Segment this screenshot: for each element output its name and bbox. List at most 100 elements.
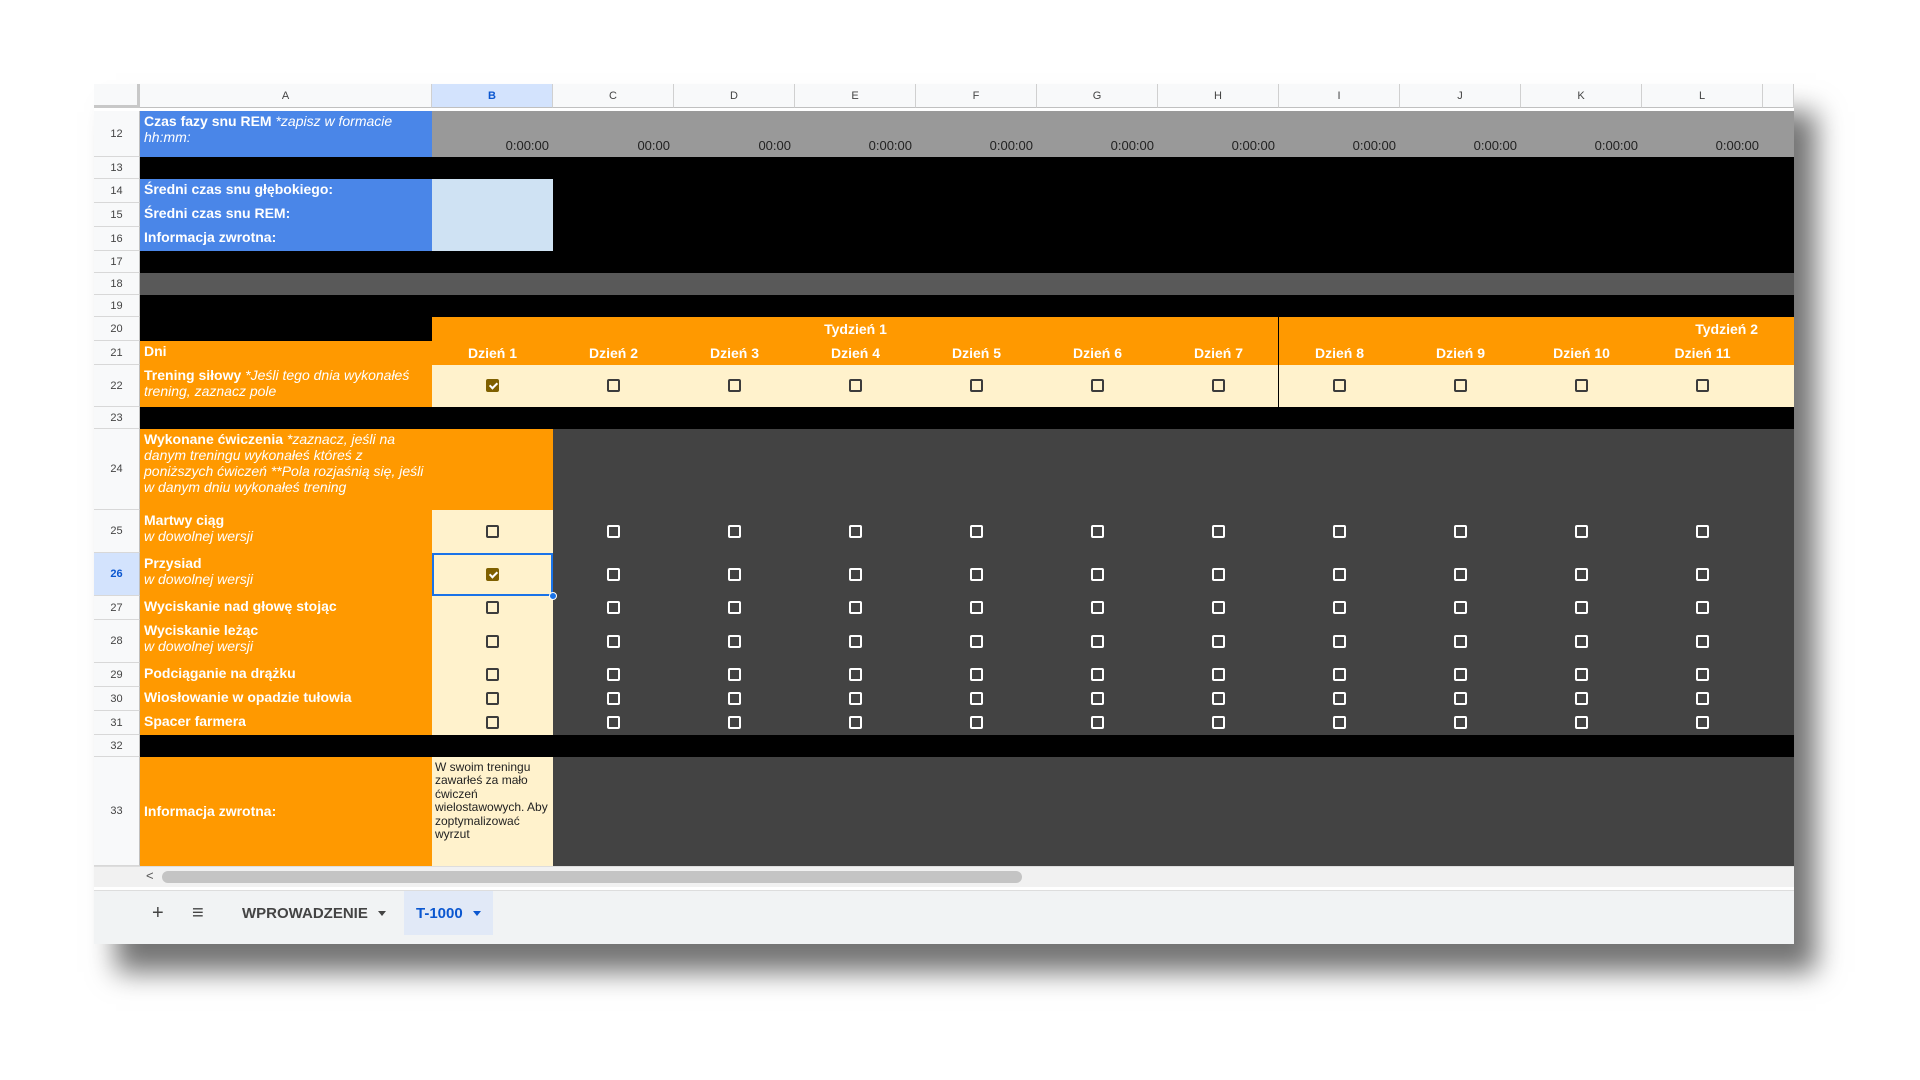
exercise-checkbox[interactable] [485, 634, 499, 648]
exercise-checkbox[interactable] [1453, 634, 1467, 648]
training-checkbox[interactable] [969, 379, 983, 392]
strength-training-label[interactable]: Trening siłowy *Jeśli tego dnia wykonałe… [140, 365, 432, 407]
exercise-label[interactable]: Wyciskanie leżąc w dowolnej wersji [140, 620, 432, 663]
exercise-checkbox[interactable] [1695, 692, 1709, 705]
exercise-checkbox[interactable] [1211, 634, 1225, 648]
training-checkbox[interactable] [1090, 379, 1104, 392]
tab-dropdown-icon[interactable] [377, 910, 386, 916]
exercises-header-day1[interactable] [432, 429, 553, 510]
days-label[interactable]: Dni [140, 341, 432, 365]
column-header-k[interactable]: K [1521, 84, 1642, 108]
exercise-checkbox[interactable] [485, 716, 499, 729]
exercise-checkbox[interactable] [485, 524, 499, 538]
exercise-checkbox[interactable] [969, 634, 983, 648]
sleep-feedback-label[interactable]: Informacja zwrotna: [140, 227, 432, 251]
exercise-checkbox[interactable] [1695, 524, 1709, 538]
training-checkbox[interactable] [485, 379, 499, 392]
training-checkbox[interactable] [1453, 379, 1467, 392]
column-header-f[interactable]: F [916, 84, 1037, 108]
exercise-checkbox[interactable] [1090, 716, 1104, 729]
exercise-checkbox[interactable] [1695, 601, 1709, 614]
exercise-checkbox[interactable] [606, 524, 620, 538]
day-header[interactable]: Dzień 3 [674, 341, 795, 365]
exercise-label[interactable]: Martwy ciąg w dowolnej wersji [140, 510, 432, 553]
exercise-checkbox[interactable] [1574, 601, 1588, 614]
exercise-checkbox[interactable] [606, 567, 620, 581]
rem-value-day2[interactable]: 00:00 [553, 111, 674, 157]
exercise-checkbox[interactable] [848, 567, 862, 581]
row-header-19[interactable]: 19 [94, 295, 140, 317]
row-header-24[interactable]: 24 [94, 429, 140, 510]
rem-value-day12[interactable] [1763, 111, 1794, 157]
row-header-21[interactable]: 21 [94, 341, 140, 365]
exercise-checkbox[interactable] [969, 524, 983, 538]
row-header-15[interactable]: 15 [94, 203, 140, 227]
exercise-checkbox[interactable] [1453, 716, 1467, 729]
rem-value-day7[interactable]: 0:00:00 [1158, 111, 1279, 157]
column-header-l[interactable]: L [1642, 84, 1763, 108]
exercise-checkbox[interactable] [969, 716, 983, 729]
column-header-a[interactable]: A [140, 84, 432, 108]
week-1-header[interactable]: Tydzień 1 [432, 317, 1279, 341]
day-header[interactable]: Dzień 5 [916, 341, 1037, 365]
row-header-28[interactable]: 28 [94, 620, 140, 663]
row-header-33[interactable]: 33 [94, 757, 140, 866]
row-header-31[interactable]: 31 [94, 711, 140, 735]
training-feedback-text[interactable]: W swoim treningu zawarłeś za mało ćwicze… [432, 757, 553, 866]
exercise-checkbox[interactable] [1332, 567, 1346, 581]
row-header-13[interactable]: 13 [94, 157, 140, 179]
training-checkbox[interactable] [848, 379, 862, 392]
exercise-checkbox[interactable] [1695, 567, 1709, 581]
rem-value-day8[interactable]: 0:00:00 [1279, 111, 1400, 157]
row-header-16[interactable]: 16 [94, 227, 140, 251]
exercise-checkbox[interactable] [1211, 692, 1225, 705]
exercise-checkbox[interactable] [969, 567, 983, 581]
exercise-checkbox[interactable] [727, 524, 741, 538]
scrollbar-thumb[interactable] [162, 871, 1022, 883]
exercise-checkbox[interactable] [1453, 601, 1467, 614]
column-header-g[interactable]: G [1037, 84, 1158, 108]
exercise-checkbox[interactable] [1453, 524, 1467, 538]
exercise-checkbox[interactable] [848, 524, 862, 538]
training-feedback-label[interactable]: Informacja zwrotna: [140, 757, 432, 866]
row-header-26[interactable]: 26 [94, 553, 140, 596]
exercise-checkbox[interactable] [1090, 601, 1104, 614]
row-header-23[interactable]: 23 [94, 407, 140, 429]
exercise-checkbox[interactable] [727, 601, 741, 614]
exercise-checkbox[interactable] [485, 567, 499, 581]
exercise-checkbox[interactable] [485, 601, 499, 614]
avg-rem-sleep-value[interactable] [432, 203, 553, 227]
rem-label-cell[interactable]: Czas fazy snu REM *zapisz w formacie hh:… [140, 111, 432, 157]
exercise-label[interactable]: Przysiad w dowolnej wersji [140, 553, 432, 596]
exercise-checkbox[interactable] [1453, 692, 1467, 705]
exercise-checkbox[interactable] [1332, 716, 1346, 729]
exercise-checkbox[interactable] [1090, 567, 1104, 581]
exercise-checkbox[interactable] [1574, 634, 1588, 648]
exercise-checkbox[interactable] [485, 668, 499, 681]
column-header-e[interactable]: E [795, 84, 916, 108]
sheet-tab-wprowadzenie[interactable]: WPROWADZENIE [230, 891, 398, 935]
day-header[interactable]: Dzień 8 [1279, 341, 1400, 365]
row-header-12[interactable]: 12 [94, 111, 140, 157]
row-header-18[interactable]: 18 [94, 273, 140, 295]
day-header[interactable]: Dzień 7 [1158, 341, 1279, 365]
exercise-checkbox[interactable] [1574, 524, 1588, 538]
exercise-label[interactable]: Wiosłowanie w opadzie tułowia [140, 687, 432, 711]
exercise-checkbox[interactable] [1090, 668, 1104, 681]
exercise-checkbox[interactable] [606, 692, 620, 705]
row-header-30[interactable]: 30 [94, 687, 140, 711]
exercise-checkbox[interactable] [1695, 716, 1709, 729]
exercise-checkbox[interactable] [848, 668, 862, 681]
column-header-b[interactable]: B [432, 84, 553, 108]
exercise-checkbox[interactable] [848, 601, 862, 614]
exercises-header-label[interactable]: Wykonane ćwiczenia *zaznacz, jeśli na da… [140, 429, 432, 510]
exercise-checkbox[interactable] [1574, 668, 1588, 681]
day-header[interactable]: Dzień 10 [1521, 341, 1642, 365]
exercise-checkbox[interactable] [1332, 601, 1346, 614]
day-header-overflow[interactable] [1763, 341, 1794, 365]
column-header-i[interactable]: I [1279, 84, 1400, 108]
exercise-checkbox[interactable] [1211, 567, 1225, 581]
exercise-label[interactable]: Wyciskanie nad głowę stojąc [140, 596, 432, 620]
exercise-checkbox[interactable] [1090, 524, 1104, 538]
row-header-22[interactable]: 22 [94, 365, 140, 407]
